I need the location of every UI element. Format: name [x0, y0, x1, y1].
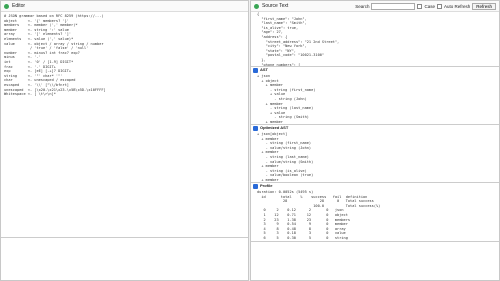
- case-label: Case: [424, 3, 435, 9]
- source-toolbar: Search Case Auto Refresh Refresh: [355, 2, 496, 10]
- source-section: { "first_name": "John", "last_name": "Sm…: [251, 12, 499, 67]
- case-checkbox[interactable]: [417, 3, 423, 9]
- auto-refresh-label: Auto Refresh: [443, 3, 471, 9]
- optimized-ast-title: Optimized AST: [260, 125, 289, 131]
- optimized-ast-body: + json[object] + member - string (first_…: [251, 132, 499, 182]
- status-dot-icon: [254, 3, 259, 9]
- profile-body: duration: 0.0052s (5495 s) id total % su…: [251, 190, 499, 241]
- editor-title: Editor: [12, 3, 26, 9]
- grammar-editor[interactable]: # JSON grammar based on RFC 8259 (https:…: [1, 12, 248, 238]
- ast-section: AST + json + object + member - string (f…: [251, 67, 499, 125]
- source-pane: Source Text Search Case Auto Refresh Ref…: [250, 0, 500, 281]
- source-text-body[interactable]: { "first_name": "John", "last_name": "Sm…: [251, 12, 499, 66]
- source-title: Source Text: [262, 3, 289, 9]
- ast-body: + json + object + member - string (first…: [251, 74, 499, 124]
- profile-toggle-icon[interactable]: [253, 184, 258, 189]
- editor-titlebar: Editor: [1, 1, 248, 12]
- auto-refresh-checkbox[interactable]: [436, 3, 442, 9]
- search-label: Search: [355, 3, 370, 9]
- ast-title: AST: [260, 67, 268, 73]
- app-window: Editor # JSON grammar based on RFC 8259 …: [0, 0, 500, 281]
- ast-toggle-icon[interactable]: [253, 68, 258, 73]
- status-dot-icon: [4, 3, 9, 9]
- ast-header[interactable]: AST: [251, 67, 499, 74]
- refresh-button[interactable]: Refresh: [472, 2, 496, 10]
- profile-section: Profile duration: 0.0052s (5495 s) id to…: [251, 183, 499, 242]
- profile-header[interactable]: Profile: [251, 183, 499, 190]
- editor-pane: Editor # JSON grammar based on RFC 8259 …: [0, 0, 249, 281]
- optimized-ast-header[interactable]: Optimized AST: [251, 125, 499, 132]
- search-input[interactable]: [371, 2, 416, 10]
- editor-lower-area: [1, 239, 248, 280]
- results-panel: { "first_name": "John", "last_name": "Sm…: [251, 12, 499, 280]
- code-line: Whitespace <- [ \t\r\n]*: [4, 92, 56, 97]
- optimized-ast-toggle-icon[interactable]: [253, 126, 258, 131]
- output-line: 6 5 0.30 5 0 string: [257, 235, 348, 240]
- source-titlebar: Source Text Search Case Auto Refresh Ref…: [251, 1, 499, 12]
- profile-title: Profile: [260, 183, 273, 189]
- optimized-ast-section: Optimized AST + json[object] + member - …: [251, 125, 499, 183]
